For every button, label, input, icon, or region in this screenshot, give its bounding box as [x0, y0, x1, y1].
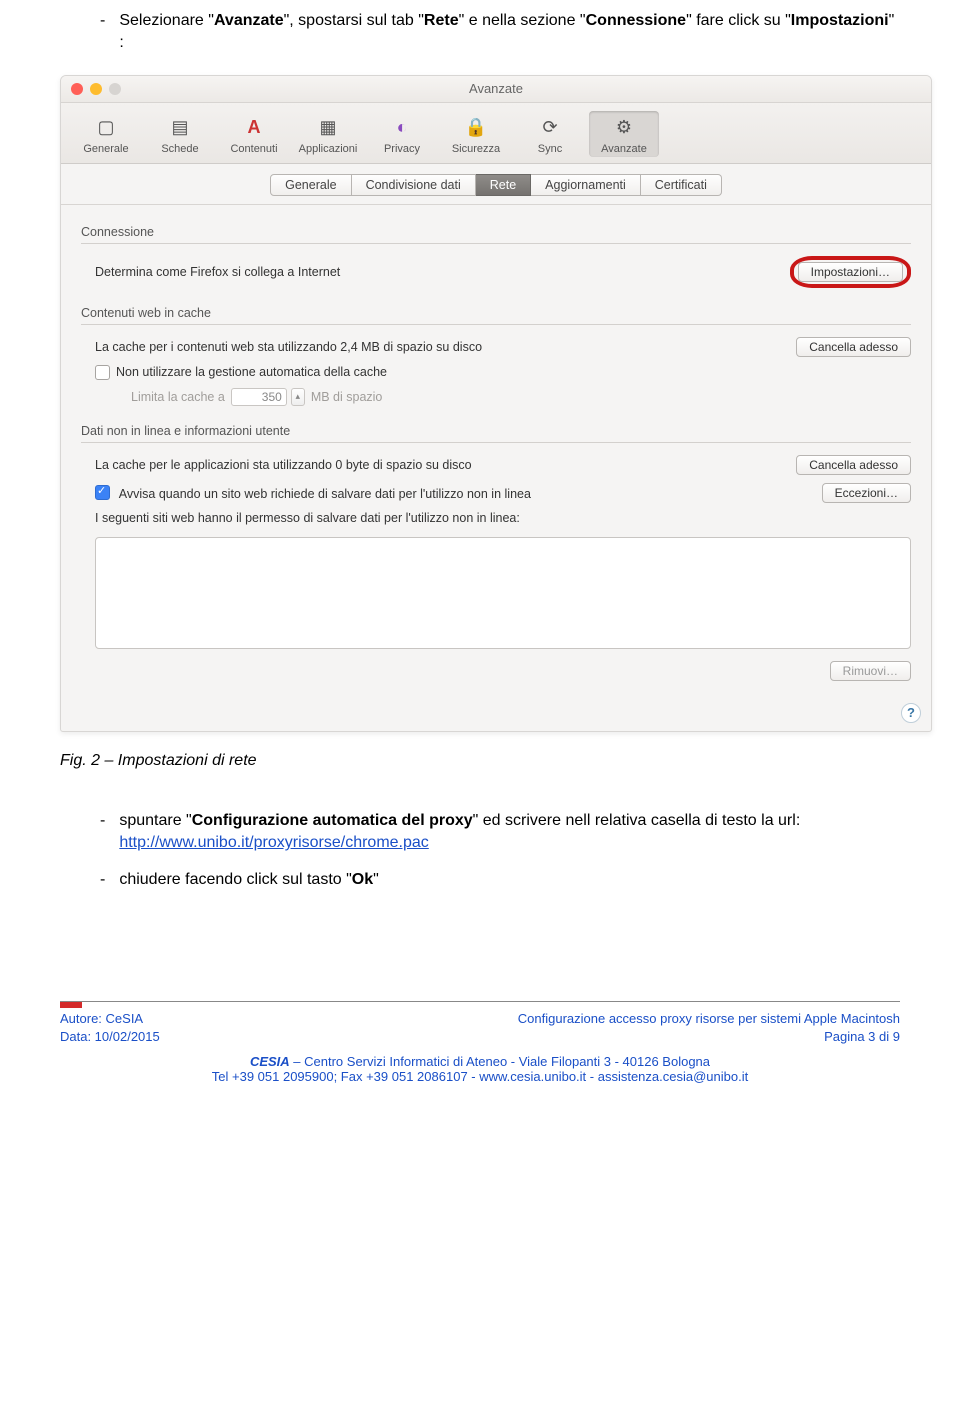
no-auto-cache-label: Non utilizzare la gestione automatica de…	[116, 365, 387, 379]
toolbar-applicazioni[interactable]: ▦Applicazioni	[293, 111, 363, 157]
toolbar-sync[interactable]: ⟳Sync	[515, 111, 585, 157]
connessione-label: Determina come Firefox si collega a Inte…	[95, 265, 340, 279]
cache-usage-label: La cache per i contenuti web sta utilizz…	[95, 340, 482, 354]
mask-icon: ◐	[386, 115, 418, 141]
intro-text: Selezionare "Avanzate", spostarsi sul ta…	[119, 10, 900, 55]
group-cache: Contenuti web in cache	[81, 300, 911, 325]
rimuovi-button[interactable]: Rimuovi…	[830, 661, 911, 681]
footer-page: Pagina 3 di 9	[824, 1028, 900, 1046]
close-icon[interactable]	[71, 83, 83, 95]
footer-contact: Tel +39 051 2095900; Fax +39 051 2086107…	[60, 1069, 900, 1084]
stepper-icon[interactable]: ▴	[291, 388, 305, 406]
cache-limit-label: Limita la cache a	[131, 390, 225, 404]
bullet-dash: -	[100, 10, 105, 55]
figure-caption: Fig. 2 – Impostazioni di rete	[60, 752, 900, 770]
group-offline: Dati non in linea e informazioni utente	[81, 418, 911, 443]
minimize-icon[interactable]	[90, 83, 102, 95]
eccezioni-button[interactable]: Eccezioni…	[822, 483, 911, 503]
tabs-icon: ▤	[164, 115, 196, 141]
footer-accent	[60, 1002, 82, 1008]
firefox-prefs-window: Avanzate ▢Generale ▤Schede AContenuti ▦A…	[60, 75, 932, 732]
window-title: Avanzate	[469, 81, 523, 96]
tab-certificati[interactable]: Certificati	[641, 174, 722, 196]
toolbar-contenuti[interactable]: AContenuti	[219, 111, 289, 157]
offline-sites-list[interactable]	[95, 537, 911, 649]
content-icon: A	[238, 115, 270, 141]
step-ok-text: chiudere facendo click sul tasto "Ok"	[119, 869, 900, 891]
toolbar-schede[interactable]: ▤Schede	[145, 111, 215, 157]
warn-offline-checkbox[interactable]	[95, 485, 110, 500]
window-titlebar: Avanzate	[61, 76, 931, 103]
proxy-pac-link[interactable]: http://www.unibo.it/proxyrisorse/chrome.…	[119, 834, 428, 851]
switch-icon: ▢	[90, 115, 122, 141]
footer-org: CESIA – Centro Servizi Informatici di At…	[60, 1054, 900, 1069]
step-proxy-text: spuntare "Configurazione automatica del …	[119, 810, 900, 855]
warn-offline-label: Avvisa quando un sito web richiede di sa…	[119, 487, 531, 501]
bullet-dash: -	[100, 810, 105, 855]
no-auto-cache-checkbox[interactable]	[95, 365, 110, 380]
zoom-icon[interactable]	[109, 83, 121, 95]
lock-icon: 🔒	[460, 115, 492, 141]
group-connessione: Connessione	[81, 219, 911, 244]
offline-usage-label: La cache per le applicazioni sta utilizz…	[95, 458, 472, 472]
tab-aggiornamenti[interactable]: Aggiornamenti	[531, 174, 641, 196]
advanced-tabs: Generale Condivisione dati Rete Aggiorna…	[61, 164, 931, 205]
apps-icon: ▦	[312, 115, 344, 141]
toolbar-sicurezza[interactable]: 🔒Sicurezza	[441, 111, 511, 157]
toolbar-generale[interactable]: ▢Generale	[71, 111, 141, 157]
impostazioni-highlight: Impostazioni…	[790, 256, 911, 288]
footer-date: Data: 10/02/2015	[60, 1028, 160, 1046]
bullet-dash: -	[100, 869, 105, 891]
cancella-offline-button[interactable]: Cancella adesso	[796, 455, 911, 475]
prefs-toolbar: ▢Generale ▤Schede AContenuti ▦Applicazio…	[61, 103, 931, 164]
cancella-cache-button[interactable]: Cancella adesso	[796, 337, 911, 357]
cache-limit-unit: MB di spazio	[311, 390, 383, 404]
offline-permissions-label: I seguenti siti web hanno il permesso di…	[95, 511, 520, 525]
footer-title: Configurazione accesso proxy risorse per…	[518, 1010, 900, 1028]
gear-icon: ⚙	[608, 115, 640, 141]
cache-limit-input[interactable]	[231, 388, 287, 406]
sync-icon: ⟳	[534, 115, 566, 141]
toolbar-privacy[interactable]: ◐Privacy	[367, 111, 437, 157]
impostazioni-button[interactable]: Impostazioni…	[798, 262, 903, 282]
tab-condivisione-dati[interactable]: Condivisione dati	[352, 174, 476, 196]
tab-generale[interactable]: Generale	[270, 174, 351, 196]
tab-rete[interactable]: Rete	[476, 174, 531, 196]
toolbar-avanzate[interactable]: ⚙Avanzate	[589, 111, 659, 157]
footer-author: Autore: CeSIA	[60, 1010, 143, 1028]
help-icon[interactable]: ?	[901, 703, 921, 723]
